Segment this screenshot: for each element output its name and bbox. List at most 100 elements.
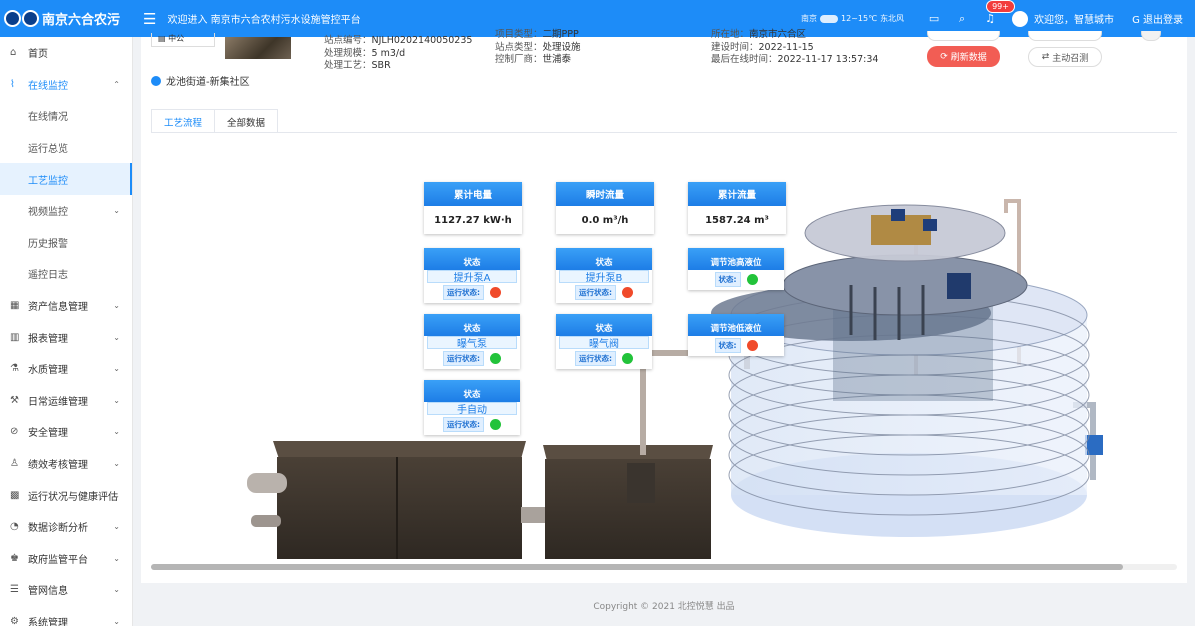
top-button-1[interactable]: [927, 31, 1000, 41]
tab-process-flow[interactable]: 工艺流程: [151, 109, 216, 133]
refresh-icon: ⟳: [940, 51, 948, 62]
menu-toggle-icon[interactable]: ☰: [143, 10, 156, 28]
sidebar-item-maintenance[interactable]: ⚒ 日常运维管理 ⌄: [0, 385, 132, 417]
site-location: 南京市六合区: [749, 29, 807, 40]
online-time: 2022-11-17 13:57:34: [777, 54, 879, 65]
sidebar-item-gov[interactable]: ♚ 政府监管平台 ⌄: [0, 543, 132, 575]
chart-line-icon: ⌇: [10, 78, 15, 90]
status-label: 状态:: [714, 338, 741, 353]
status-indicator: [490, 419, 501, 430]
sidebar-item-performance[interactable]: ♙ 绩效考核管理 ⌄: [0, 448, 132, 480]
chevron-down-icon: ⌄: [113, 522, 120, 532]
flask-icon: ⚗: [10, 363, 19, 375]
status-indicator: [746, 340, 758, 351]
search-icon[interactable]: ⌕: [948, 12, 976, 26]
logout-button[interactable]: G 退出登录: [1132, 11, 1183, 26]
chevron-down-icon: ⌄: [113, 206, 120, 216]
sidebar-item-label: 水质管理: [28, 365, 68, 377]
sidebar-item-reports[interactable]: ▥ 报表管理 ⌄: [0, 321, 132, 353]
sidebar-item-overview[interactable]: 运行总览: [0, 132, 132, 164]
vendor-label: 控制厂商：: [495, 54, 543, 65]
tab-all-data[interactable]: 全部数据: [214, 109, 279, 133]
sidebar-item-safety[interactable]: ⊘ 安全管理 ⌄: [0, 416, 132, 448]
sidebar-item-online-monitor[interactable]: ⌇ 在线监控 ⌃: [0, 69, 132, 101]
device-card-lift-pump-b[interactable]: 状态 提升泵B 运行状态:: [556, 248, 652, 303]
sidebar-item-online-status[interactable]: 在线情况: [0, 100, 132, 132]
sidebar-item-pipe-network[interactable]: ☰ 管网信息 ⌄: [0, 574, 132, 606]
equipment-illustration: [247, 199, 1103, 559]
top-button-2[interactable]: [1028, 31, 1102, 41]
sidebar-item-process-monitor[interactable]: 工艺监控: [0, 163, 132, 195]
monitor-icon[interactable]: ▭: [920, 12, 948, 25]
device-title: 状态: [424, 248, 520, 270]
chevron-down-icon: ⌄: [113, 427, 120, 437]
logo-icon: [4, 9, 42, 29]
device-name: 提升泵B: [559, 270, 649, 284]
device-card-auto-manual[interactable]: 状态 手自动 运行状态:: [424, 380, 520, 435]
call-label: 主动召测: [1052, 53, 1089, 64]
wrench-icon: ⚒: [10, 394, 19, 406]
sidebar-item-remote-log[interactable]: 遥控日志: [0, 258, 132, 290]
user-greeting[interactable]: 欢迎您，智慧城市: [1034, 11, 1114, 26]
project-type-label: 项目类型：: [495, 29, 543, 40]
home-icon: ⌂: [10, 47, 17, 59]
build-time-label: 建设时间：: [711, 41, 759, 53]
device-name: 手自动: [427, 402, 517, 416]
metric-card-total-flow: 累计流量 1587.24 m³: [688, 182, 786, 234]
device-card-lift-pump-a[interactable]: 状态 提升泵A 运行状态:: [424, 248, 520, 303]
chevron-down-icon: ⌄: [113, 332, 120, 342]
device-card-aeration-valve[interactable]: 状态 曝气阀 运行状态:: [556, 314, 652, 369]
sidebar-item-label: 系统管理: [28, 617, 68, 626]
sidebar-item-label: 政府监管平台: [28, 554, 88, 566]
sidebar-item-label: 管网信息: [28, 586, 68, 598]
street-location: 龙池街道-新集社区: [151, 73, 250, 88]
chevron-up-icon: ⌃: [113, 79, 120, 89]
sidebar-item-history-alarm[interactable]: 历史报警: [0, 227, 132, 259]
device-title: 状态: [556, 248, 652, 270]
device-title: 状态: [424, 380, 520, 402]
horizontal-scrollbar[interactable]: [151, 564, 1177, 570]
sidebar-item-label: 在线情况: [28, 112, 68, 124]
device-name: 提升泵A: [427, 270, 517, 284]
top-bar: 南京六合农污 ☰ 欢迎进入 南京市六合农村污水设施管控平台 南京 12~15℃ …: [0, 0, 1195, 37]
content-panel: ▤ 中公 站点编号：NJLH0202140050235 处理规模：5 m3/d …: [141, 29, 1187, 583]
device-card-high-level[interactable]: 调节池高液位 状态:: [688, 248, 784, 290]
scale-label: 处理规模：: [324, 47, 372, 59]
sewage-tank-left: [247, 441, 526, 559]
top-button-3[interactable]: [1141, 31, 1161, 41]
weather-wind: 东北风: [880, 14, 905, 23]
refresh-button[interactable]: ⟳ 刷新数据: [927, 46, 1000, 67]
site-photo[interactable]: [225, 37, 291, 59]
metric-value: 0.0 m³/h: [581, 214, 629, 226]
avatar[interactable]: [1012, 10, 1029, 27]
sidebar-item-diagnosis[interactable]: ◔ 数据诊断分析 ⌄: [0, 511, 132, 543]
status-label: 运行状态:: [575, 351, 616, 366]
logo: 南京六合农污: [0, 9, 135, 29]
call-button[interactable]: ⇄ 主动召测: [1028, 47, 1102, 67]
bell-icon[interactable]: ♫ 99+: [976, 0, 1015, 25]
sub-label[interactable]: ▤ 中公: [151, 33, 215, 47]
notification-badge: 99+: [986, 0, 1015, 13]
device-card-low-level[interactable]: 调节池低液位 状态:: [688, 314, 784, 356]
status-indicator: [622, 353, 633, 364]
chevron-down-icon: ⌄: [113, 585, 120, 595]
status-label: 运行状态:: [443, 285, 484, 300]
sidebar-item-label: 资产信息管理: [28, 302, 88, 314]
metric-card-instant-flow: 瞬时流量 0.0 m³/h: [556, 182, 654, 234]
logout-label: 退出登录: [1143, 15, 1183, 26]
sidebar-item-health[interactable]: ▩ 运行状况与健康评估 ⌄: [0, 479, 132, 511]
sidebar-item-label: 遥控日志: [28, 270, 68, 282]
sidebar-item-label: 绩效考核管理: [28, 460, 88, 472]
scrollbar-thumb[interactable]: [151, 564, 1123, 570]
location-label: 所在地：: [711, 29, 750, 40]
sidebar-item-video-monitor[interactable]: 视频监控 ⌄: [0, 195, 132, 227]
sidebar-item-system[interactable]: ⚙ 系统管理 ⌄: [0, 606, 132, 626]
sidebar-item-home[interactable]: ⌂ 首页: [0, 37, 132, 69]
grid-icon: ▩: [10, 489, 20, 501]
project-type: 二期PPP: [542, 29, 579, 40]
sidebar-item-assets[interactable]: ▦ 资产信息管理 ⌄: [0, 290, 132, 322]
chevron-down-icon: ⌄: [113, 459, 120, 469]
weather: 南京 12~15℃ 东北风: [801, 13, 904, 24]
device-card-aeration-pump[interactable]: 状态 曝气泵 运行状态:: [424, 314, 520, 369]
sidebar-item-water-quality[interactable]: ⚗ 水质管理 ⌄: [0, 353, 132, 385]
